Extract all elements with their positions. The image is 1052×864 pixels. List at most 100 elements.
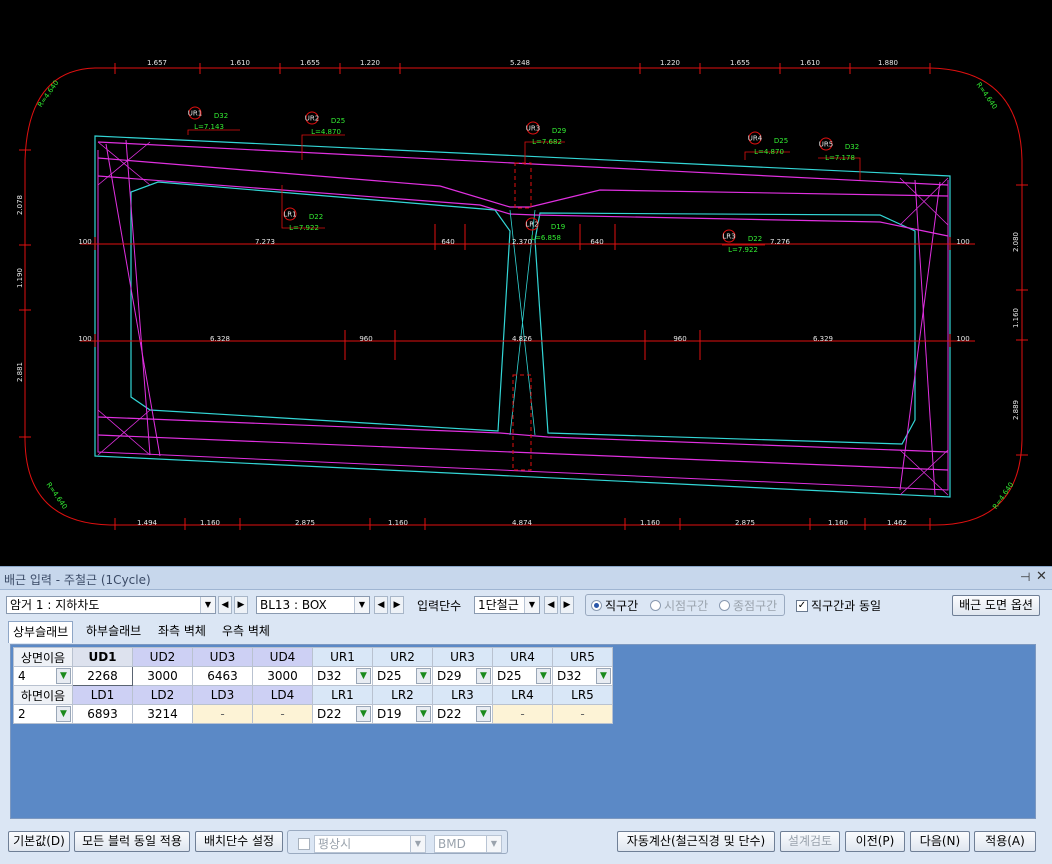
input-level-select[interactable]: 1단철근 ▼: [474, 596, 540, 614]
bottom-count-select[interactable]: 2 ▼: [13, 704, 73, 724]
header-cell: LR5: [552, 685, 613, 705]
dia-select[interactable]: D25 ▼: [372, 666, 433, 686]
value-cell[interactable]: 2268: [72, 666, 133, 686]
rebar-diameter-label: D32: [214, 112, 228, 120]
radio-straight[interactable]: [591, 600, 602, 611]
header-cell: UR2: [372, 647, 433, 667]
block-select[interactable]: BL13 : BOX ▼: [256, 596, 370, 614]
apply-all-blocks-button[interactable]: 모든 블럭 동일 적용: [74, 831, 190, 852]
next-button[interactable]: 다음(N): [910, 831, 970, 852]
row2-dim-label: 6.328: [210, 335, 230, 343]
top-count-select[interactable]: 4 ▼: [13, 666, 73, 686]
drawing-options-button[interactable]: 배근 도면 옵션: [952, 595, 1040, 616]
rebar-length-label: L=4.870: [311, 128, 341, 136]
dropdown-arrow-icon: ▼: [596, 668, 611, 684]
dia-select[interactable]: D19 ▼: [372, 704, 433, 724]
radio-end[interactable]: [719, 600, 730, 611]
dia-select[interactable]: D25 ▼: [492, 666, 553, 686]
rebar-tag-label: LR2: [525, 221, 538, 229]
close-icon[interactable]: ✕: [1036, 569, 1047, 584]
section-select[interactable]: 암거 1 : 지하차도 ▼: [6, 596, 216, 614]
header-cell: UR5: [552, 647, 613, 667]
tab-lower-slab[interactable]: 하부슬래브: [82, 621, 145, 642]
panel-title: 배근 입력 - 주철근 (1Cycle): [4, 573, 151, 587]
auto-calc-button[interactable]: 자동계산(철근직경 및 단수): [617, 831, 775, 852]
header-cell: LD3: [192, 685, 253, 705]
apply-button[interactable]: 적용(A): [974, 831, 1036, 852]
rebar-diameter-label: D25: [331, 117, 345, 125]
table-row: 하면이음 LD1 LD2 LD3 LD4 LR1 LR2 LR3 LR4 LR5: [13, 685, 613, 705]
rebar-tag-label: UR3: [526, 125, 540, 133]
value-cell[interactable]: 6463: [192, 666, 253, 686]
header-cell: LR4: [492, 685, 553, 705]
header-cell: LD1: [72, 685, 133, 705]
rebar-tag-label: UR1: [188, 110, 202, 118]
block-select-value: BL13 : BOX: [260, 598, 327, 612]
bottom-dim-label: 1.462: [887, 519, 907, 527]
left-dim-label: 2.078: [16, 195, 24, 215]
bottom-dim-label: 1.160: [640, 519, 660, 527]
left-dim-label: 1.190: [16, 268, 24, 288]
bmd-select: BMD ▼: [434, 835, 502, 853]
tab-left-wall[interactable]: 좌측 벽체: [154, 621, 210, 642]
header-cell: UR4: [492, 647, 553, 667]
radio-start-label: 시점구간: [664, 599, 709, 613]
radio-start[interactable]: [650, 600, 661, 611]
header-cell: LR1: [312, 685, 373, 705]
header-cell: UR3: [432, 647, 493, 667]
dropdown-arrow-icon: ▼: [476, 668, 491, 684]
dia-select[interactable]: D29 ▼: [432, 666, 493, 686]
normal-select-value: 평상시: [318, 837, 352, 851]
dia-select[interactable]: D22 ▼: [312, 704, 373, 724]
row2-dim-label: 6.329: [813, 335, 833, 343]
table-row: 상면이음 UD1 UD2 UD3 UD4 UR1 UR2 UR3 UR4 UR5: [13, 647, 613, 667]
value-cell[interactable]: 3000: [132, 666, 193, 686]
prev-button[interactable]: 이전(P): [845, 831, 905, 852]
layout-level-button[interactable]: 배치단수 설정: [195, 831, 283, 852]
radio-end-label: 종점구간: [733, 599, 778, 613]
dia-select[interactable]: D22 ▼: [432, 704, 493, 724]
section-next-button[interactable]: ▶: [234, 596, 248, 614]
level-next-button[interactable]: ▶: [560, 596, 574, 614]
level-prev-button[interactable]: ◀: [544, 596, 558, 614]
default-button[interactable]: 기본값(D): [8, 831, 70, 852]
section-select-value: 암거 1 : 지하차도: [10, 598, 100, 612]
value-cell[interactable]: 3214: [132, 704, 193, 724]
chevron-down-icon: ▼: [486, 836, 501, 852]
block-prev-button[interactable]: ◀: [374, 596, 388, 614]
row1-dim-label: 640: [590, 238, 603, 246]
rebar-diameter-label: D22: [309, 213, 323, 221]
rebar-drawing: 1.657 1.610 1.655 1.220 5.248 1.220 1.655 1.610…: [16, 59, 1028, 530]
bmd-select-value: BMD: [438, 837, 466, 851]
load-case-checkbox[interactable]: [298, 838, 310, 850]
drawing-viewport[interactable]: 1.657 1.610 1.655 1.220 5.248 1.220 1.655 1.610…: [0, 0, 1052, 566]
top-dim-label: 1.657: [147, 59, 167, 67]
value-cell[interactable]: 3000: [252, 666, 313, 686]
row1-dim-label: 100: [78, 238, 91, 246]
dropdown-arrow-icon: ▼: [356, 668, 371, 684]
tab-upper-slab[interactable]: 상부슬래브: [8, 621, 74, 643]
tab-right-wall[interactable]: 우측 벽체: [218, 621, 274, 642]
design-check-button: 설계검토: [780, 831, 840, 852]
dropdown-arrow-icon: ▼: [56, 706, 71, 722]
dropdown-arrow-icon: ▼: [416, 706, 431, 722]
value-cell[interactable]: 6893: [72, 704, 133, 724]
top-row-label: 상면이음: [13, 647, 73, 667]
row2-dim-label: 960: [359, 335, 372, 343]
pin-icon[interactable]: ⊣: [1020, 570, 1030, 584]
dia-select[interactable]: D32 ▼: [312, 666, 373, 686]
top-dim-label: 1.610: [230, 59, 250, 67]
top-dim-label: 5.248: [510, 59, 530, 67]
dropdown-arrow-icon: ▼: [416, 668, 431, 684]
rebar-length-label: L=7.922: [289, 224, 319, 232]
block-next-button[interactable]: ▶: [390, 596, 404, 614]
rebar-tag-label: UR5: [819, 141, 833, 149]
section-prev-button[interactable]: ◀: [218, 596, 232, 614]
rebar-input-panel: 배근 입력 - 주철근 (1Cycle) ⊣ ✕ 암거 1 : 지하차도 ▼ ◀…: [0, 566, 1052, 864]
row2-dim-label: 4.826: [512, 335, 533, 343]
same-as-straight-checkbox[interactable]: ✓: [796, 600, 808, 612]
dia-select[interactable]: D32 ▼: [552, 666, 613, 686]
normal-select: 평상시 ▼: [314, 835, 426, 853]
top-dim-label: 1.220: [660, 59, 680, 67]
row1-dim-label: 100: [956, 238, 969, 246]
